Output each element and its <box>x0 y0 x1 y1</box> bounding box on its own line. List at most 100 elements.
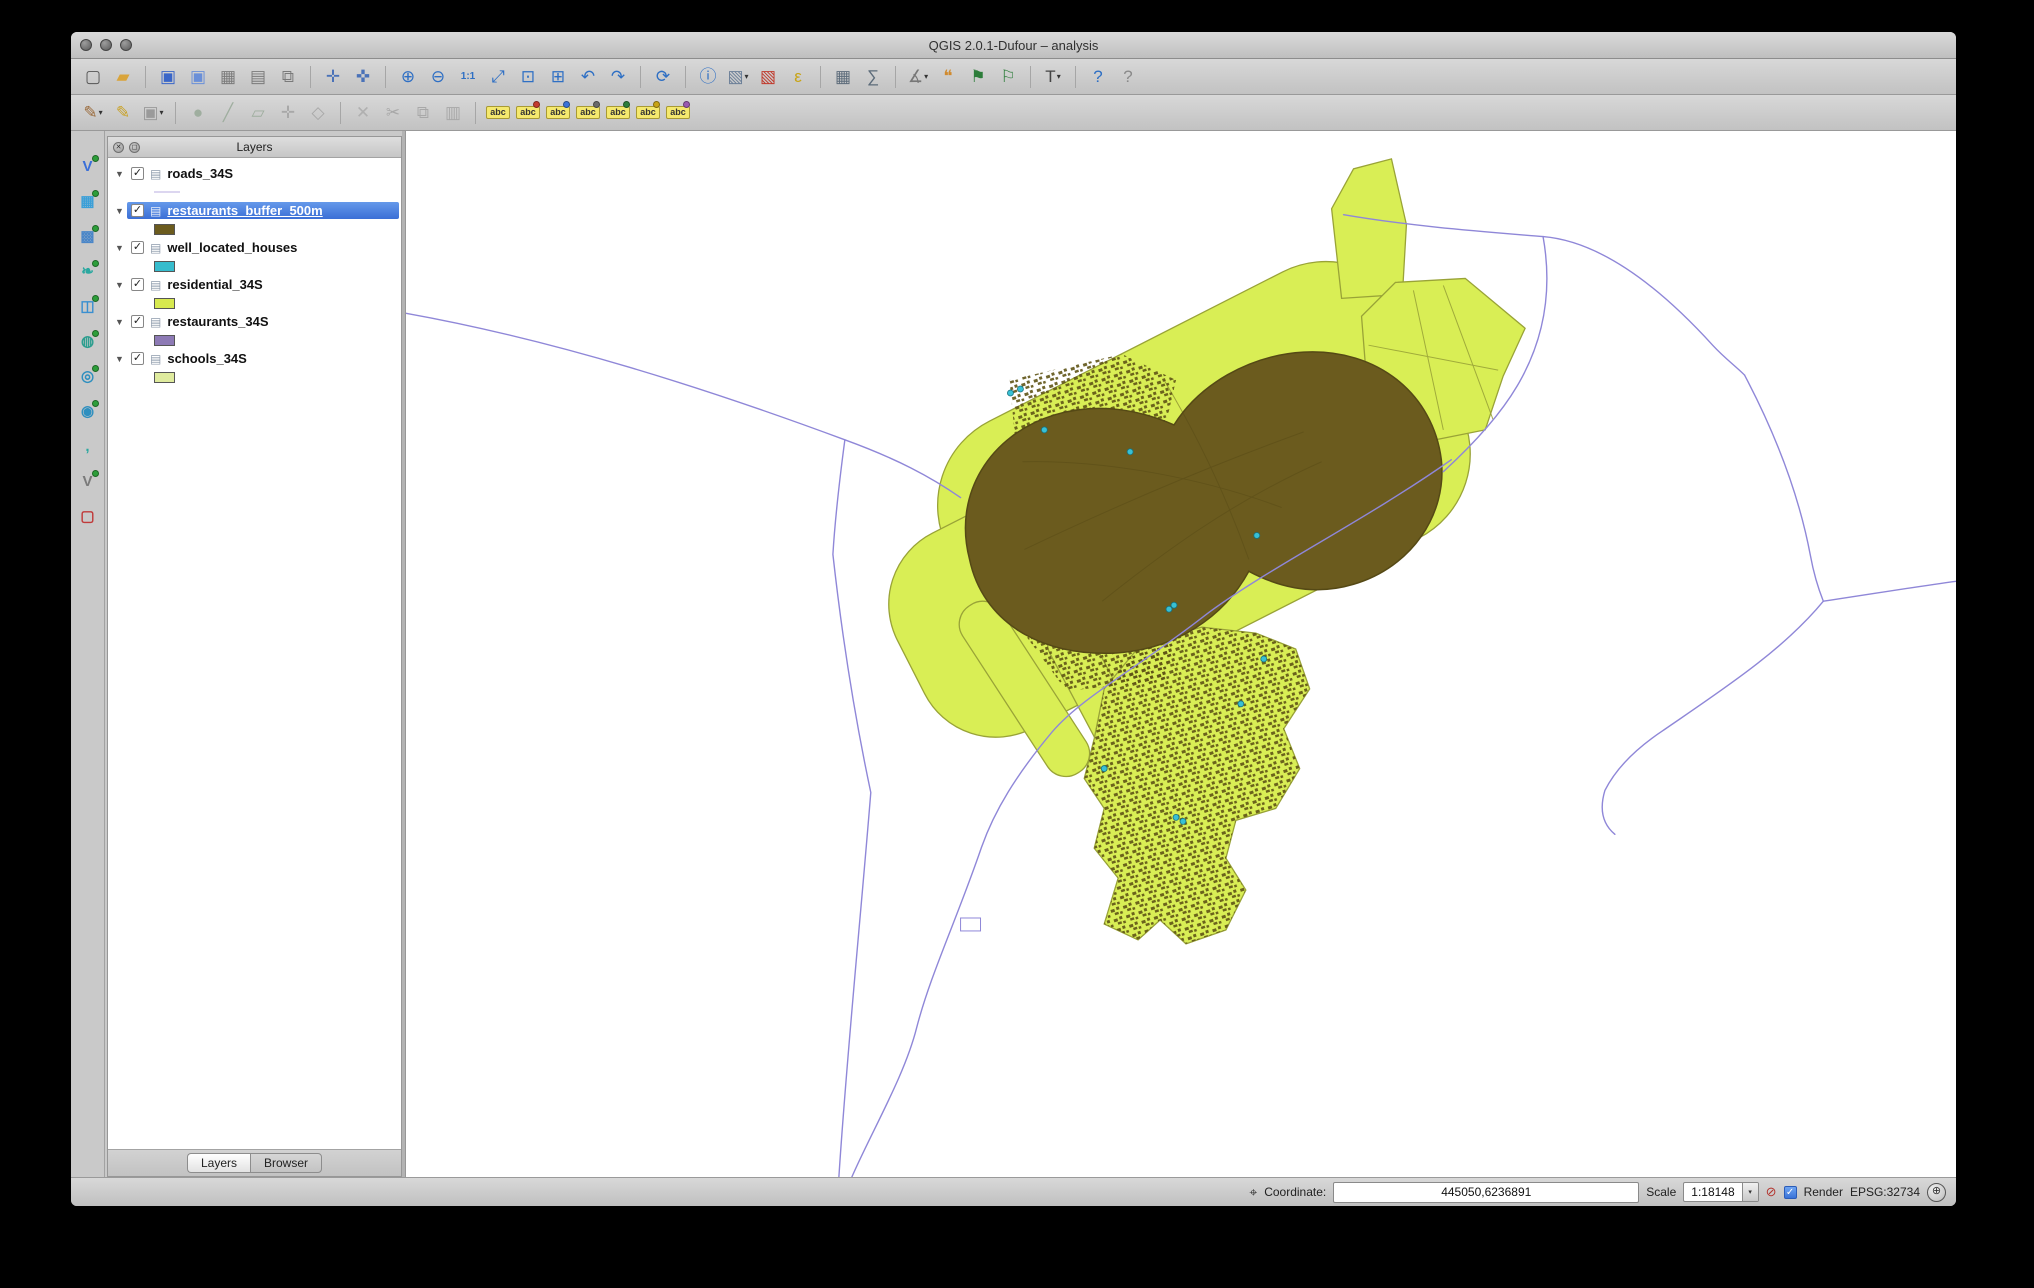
add-raster-layer-icon[interactable]: ▦ <box>75 188 101 214</box>
scale-combo-arrow-icon[interactable]: ▾ <box>1742 1183 1758 1201</box>
add-wfs-layer-icon[interactable]: ◉ <box>75 398 101 424</box>
layer-row-body[interactable]: ✓▤restaurants_34S <box>127 313 399 330</box>
capture-line-icon[interactable]: ╱ <box>214 99 242 127</box>
identify-features-icon[interactable]: ⓘ <box>694 63 722 91</box>
layer-row-residential_34S[interactable]: ▼✓▤residential_34S <box>108 274 401 295</box>
zoom-native-icon[interactable]: 1:1 <box>454 63 482 91</box>
zoom-last-icon[interactable]: ↶ <box>574 63 602 91</box>
zoom-to-selection-icon[interactable]: ⊡ <box>514 63 542 91</box>
layer-visibility-checkbox[interactable]: ✓ <box>131 352 144 365</box>
cut-features-icon[interactable]: ✂ <box>379 99 407 127</box>
map-canvas[interactable] <box>405 131 1956 1177</box>
add-wcs-layer-icon[interactable]: ◎ <box>75 363 101 389</box>
layer-row-body[interactable]: ✓▤residential_34S <box>127 276 399 293</box>
zoom-button[interactable] <box>120 39 132 51</box>
layer-expander-icon[interactable]: ▼ <box>115 243 127 253</box>
layer-expander-icon[interactable]: ▼ <box>115 280 127 290</box>
text-annotation-icon[interactable]: T▾ <box>1039 63 1067 91</box>
layer-row-roads_34S[interactable]: ▼✓▤roads_34S <box>108 163 401 184</box>
label-show-hide-icon[interactable]: abc <box>544 99 572 127</box>
field-calculator-icon[interactable]: ∑ <box>859 63 887 91</box>
select-features-icon[interactable]: ▧▾ <box>724 63 752 91</box>
add-mssql-layer-icon[interactable]: ◫ <box>75 293 101 319</box>
panel-close-icon[interactable]: ✕ <box>113 142 124 153</box>
layer-expander-icon[interactable]: ▼ <box>115 317 127 327</box>
label-change-icon[interactable]: abc <box>634 99 662 127</box>
labeling-options-icon[interactable]: abc <box>484 99 512 127</box>
crs-status-button[interactable]: ⊕ <box>1927 1183 1946 1202</box>
current-edits-icon[interactable]: ✎▾ <box>79 99 107 127</box>
pan-to-selection-icon[interactable]: ✜ <box>349 63 377 91</box>
layer-row-body[interactable]: ✓▤schools_34S <box>127 350 399 367</box>
zoom-next-icon[interactable]: ↷ <box>604 63 632 91</box>
layer-expander-icon[interactable]: ▼ <box>115 354 127 364</box>
label-pin-unpin-icon[interactable]: abc <box>514 99 542 127</box>
toggle-editing-icon[interactable]: ✎ <box>109 99 137 127</box>
open-project-icon[interactable]: ▰ <box>109 63 137 91</box>
capture-point-icon[interactable]: ● <box>184 99 212 127</box>
layers-panel-header[interactable]: ✕ ◻ Layers <box>108 137 401 158</box>
whats-this-icon[interactable]: ? <box>1114 63 1142 91</box>
measure-icon[interactable]: ∡▾ <box>904 63 932 91</box>
zoom-full-icon[interactable]: ⤢ <box>484 63 512 91</box>
zoom-out-icon[interactable]: ⊖ <box>424 63 452 91</box>
label-move-icon[interactable]: abc <box>574 99 602 127</box>
layer-row-restaurants_34S[interactable]: ▼✓▤restaurants_34S <box>108 311 401 332</box>
new-shapefile-layer-icon[interactable]: V <box>75 468 101 494</box>
move-feature-icon[interactable]: ✛ <box>274 99 302 127</box>
layer-visibility-checkbox[interactable]: ✓ <box>131 315 144 328</box>
add-wms-layer-icon[interactable]: ◍ <box>75 328 101 354</box>
close-button[interactable] <box>80 39 92 51</box>
panel-float-icon[interactable]: ◻ <box>129 142 140 153</box>
layer-row-body[interactable]: ✓▤well_located_houses <box>127 239 399 256</box>
layer-row-body[interactable]: ✓▤restaurants_buffer_500m <box>127 202 399 219</box>
label-rotate-icon[interactable]: abc <box>604 99 632 127</box>
minimize-button[interactable] <box>100 39 112 51</box>
layer-visibility-checkbox[interactable]: ✓ <box>131 204 144 217</box>
map-refresh-icon[interactable]: ⟳ <box>649 63 677 91</box>
coordinate-input[interactable] <box>1333 1182 1639 1203</box>
save-layer-edits-icon[interactable]: ▣▾ <box>139 99 167 127</box>
add-spatialite-layer-icon[interactable]: ❧ <box>75 258 101 284</box>
label-properties-icon[interactable]: abc <box>664 99 692 127</box>
new-bookmark-icon[interactable]: ⚑ <box>964 63 992 91</box>
copy-features-icon[interactable]: ⧉ <box>409 99 437 127</box>
add-vector-layer-icon[interactable]: V <box>75 153 101 179</box>
new-spatialite-layer-icon[interactable]: ▢ <box>75 503 101 529</box>
paste-features-icon[interactable]: ▥ <box>439 99 467 127</box>
zoom-to-layer-icon[interactable]: ⊞ <box>544 63 572 91</box>
show-bookmarks-icon[interactable]: ⚐ <box>994 63 1022 91</box>
layer-visibility-checkbox[interactable]: ✓ <box>131 241 144 254</box>
new-print-composer-icon[interactable]: ▤ <box>244 63 272 91</box>
save-as-image-icon[interactable]: ▦ <box>214 63 242 91</box>
zoom-in-icon[interactable]: ⊕ <box>394 63 422 91</box>
layer-row-body[interactable]: ✓▤roads_34S <box>127 165 399 182</box>
select-by-expression-icon[interactable]: ε <box>784 63 812 91</box>
panel-tab-browser[interactable]: Browser <box>250 1153 322 1173</box>
scale-combo[interactable]: 1:18148 ▾ <box>1683 1182 1758 1202</box>
layer-expander-icon[interactable]: ▼ <box>115 169 127 179</box>
save-project-icon[interactable]: ▣ <box>154 63 182 91</box>
window-titlebar[interactable]: QGIS 2.0.1-Dufour – analysis <box>71 32 1956 59</box>
open-attribute-table-icon[interactable]: ▦ <box>829 63 857 91</box>
help-contents-icon[interactable]: ? <box>1084 63 1112 91</box>
panel-tab-layers[interactable]: Layers <box>187 1153 250 1173</box>
stop-rendering-icon[interactable]: ⊘ <box>1766 1184 1777 1200</box>
deselect-features-icon[interactable]: ▧ <box>754 63 782 91</box>
save-project-as-icon[interactable]: ▣ <box>184 63 212 91</box>
add-delimited-text-layer-icon[interactable]: , <box>75 433 101 459</box>
layer-expander-icon[interactable]: ▼ <box>115 206 127 216</box>
layer-visibility-checkbox[interactable]: ✓ <box>131 278 144 291</box>
layer-row-restaurants_buffer_500m[interactable]: ▼✓▤restaurants_buffer_500m <box>108 200 401 221</box>
layer-row-schools_34S[interactable]: ▼✓▤schools_34S <box>108 348 401 369</box>
capture-polygon-icon[interactable]: ▱ <box>244 99 272 127</box>
layer-row-well_located_houses[interactable]: ▼✓▤well_located_houses <box>108 237 401 258</box>
render-checkbox[interactable]: ✓ <box>1784 1186 1797 1199</box>
delete-selected-icon[interactable]: ✕ <box>349 99 377 127</box>
layer-visibility-checkbox[interactable]: ✓ <box>131 167 144 180</box>
add-postgis-layer-icon[interactable]: ▩ <box>75 223 101 249</box>
new-project-icon[interactable]: ▢ <box>79 63 107 91</box>
map-svg[interactable] <box>406 131 1956 1177</box>
map-tips-icon[interactable]: ❝ <box>934 63 962 91</box>
extents-icon[interactable]: ⌖ <box>1249 1184 1257 1201</box>
